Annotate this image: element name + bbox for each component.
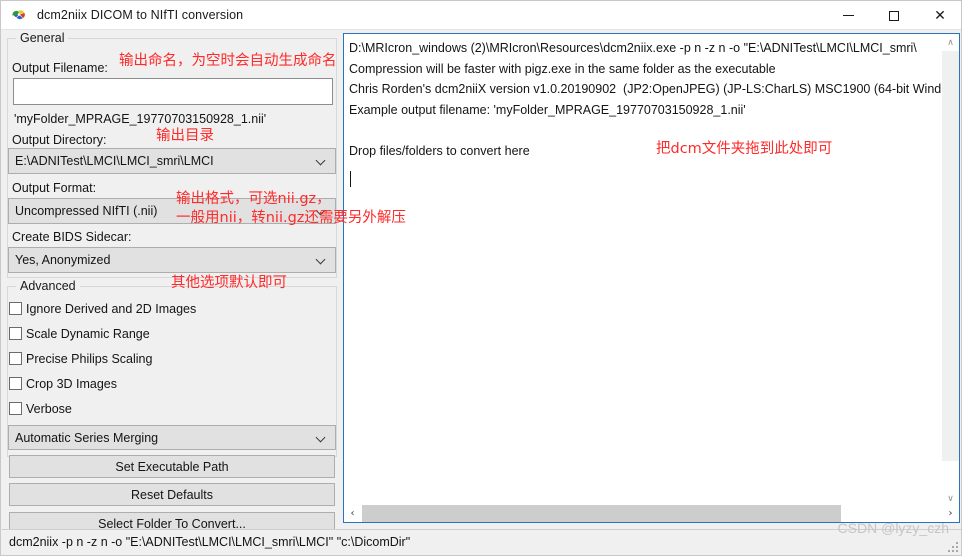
console-vertical-scrollbar[interactable]: ∧ ∨	[941, 34, 959, 507]
output-filename-label: Output Filename:	[12, 61, 108, 75]
series-merging-value: Automatic Series Merging	[15, 430, 159, 445]
output-format-label: Output Format:	[12, 181, 97, 195]
brain-icon	[10, 6, 28, 24]
console-output-panel[interactable]: D:\MRIcron_windows (2)\MRIcron\Resources…	[343, 33, 960, 523]
checkbox-label: Ignore Derived and 2D Images	[26, 301, 197, 316]
output-directory-combo[interactable]: E:\ADNITest\LMCI\LMCI_smri\LMCI	[8, 148, 336, 174]
output-directory-value: E:\ADNITest\LMCI\LMCI_smri\LMCI	[15, 154, 214, 168]
window-controls: ✕	[825, 1, 961, 30]
output-directory-label: Output Directory:	[12, 133, 107, 147]
window-title: dcm2niix DICOM to NIfTI conversion	[37, 8, 244, 22]
annotation-text-4: 一般用nii，转nii.gz还需要另外解压	[176, 210, 406, 226]
text-caret	[350, 171, 351, 187]
select-folder-to-convert-button[interactable]: Select Folder To Convert...	[9, 512, 335, 530]
checkbox-icon[interactable]	[9, 302, 22, 315]
maximize-button[interactable]	[871, 1, 917, 30]
status-bar: dcm2niix -p n -z n -o "E:\ADNITest\LMCI\…	[2, 529, 961, 554]
set-executable-path-label: Set Executable Path	[115, 459, 229, 474]
annotation-text-1: 输出命名，为空时会自动生成命名	[119, 53, 337, 69]
vertical-scrollbar-thumb[interactable]	[942, 51, 959, 461]
checkbox-icon[interactable]	[9, 327, 22, 340]
checkbox-crop-3d-images[interactable]: Crop 3D Images	[9, 375, 117, 392]
maximize-icon	[889, 10, 899, 21]
chevron-down-icon	[317, 255, 326, 264]
bids-sidecar-value: Yes, Anonymized	[15, 253, 111, 267]
checkbox-icon[interactable]	[9, 402, 22, 415]
select-folder-to-convert-label: Select Folder To Convert...	[98, 516, 246, 531]
annotation-text-3: 输出格式，可选nii.gz，	[176, 191, 331, 207]
checkbox-label: Verbose	[26, 401, 72, 416]
checkbox-icon[interactable]	[9, 377, 22, 390]
minimize-button[interactable]	[825, 1, 871, 30]
close-icon: ✕	[934, 7, 946, 24]
advanced-group-caption: Advanced	[16, 279, 80, 293]
checkbox-label: Precise Philips Scaling	[26, 351, 153, 366]
checkbox-precise-philips-scaling[interactable]: Precise Philips Scaling	[9, 350, 152, 367]
checkbox-scale-dynamic-range[interactable]: Scale Dynamic Range	[9, 325, 150, 342]
output-format-value: Uncompressed NIfTI (.nii)	[15, 204, 158, 218]
checkbox-label: Crop 3D Images	[26, 376, 118, 391]
scroll-up-icon[interactable]: ∧	[942, 34, 959, 51]
horizontal-scrollbar-thumb[interactable]	[362, 505, 841, 522]
close-button[interactable]: ✕	[917, 1, 961, 30]
annotation-text-5: 其他选项默认即可	[171, 275, 287, 291]
chevron-down-icon	[317, 433, 326, 442]
annotation-text-2: 输出目录	[156, 128, 214, 144]
title-bar: dcm2niix DICOM to NIfTI conversion ✕	[1, 1, 961, 30]
bids-sidecar-label: Create BIDS Sidecar:	[12, 230, 132, 244]
series-merging-combo[interactable]: Automatic Series Merging	[8, 425, 336, 450]
reset-defaults-label: Reset Defaults	[131, 487, 213, 502]
chevron-down-icon	[317, 156, 326, 165]
console-output-text: D:\MRIcron_windows (2)\MRIcron\Resources…	[349, 41, 941, 158]
reset-defaults-button[interactable]: Reset Defaults	[9, 483, 335, 506]
scroll-left-icon[interactable]: ‹	[344, 505, 361, 522]
output-filename-input[interactable]	[13, 78, 333, 105]
watermark: CSDN @lyzy_czh	[837, 520, 949, 536]
status-command-text: dcm2niix -p n -z n -o "E:\ADNITest\LMCI\…	[9, 535, 411, 549]
checkbox-ignore-derived-and-2d-images[interactable]: Ignore Derived and 2D Images	[9, 300, 196, 317]
minimize-icon	[842, 15, 854, 16]
checkbox-icon[interactable]	[9, 352, 22, 365]
application-window: dcm2niix DICOM to NIfTI conversion ✕ Gen…	[0, 0, 962, 556]
example-filename-text: 'myFolder_MPRAGE_19770703150928_1.nii'	[14, 112, 267, 126]
resize-grip[interactable]	[946, 540, 958, 552]
annotation-text-6: 把dcm文件夹拖到此处即可	[656, 141, 833, 157]
general-group-caption: General	[16, 31, 69, 45]
checkbox-label: Scale Dynamic Range	[26, 326, 150, 341]
set-executable-path-button[interactable]: Set Executable Path	[9, 455, 335, 478]
checkbox-verbose[interactable]: Verbose	[9, 400, 72, 417]
bids-sidecar-combo[interactable]: Yes, Anonymized	[8, 247, 336, 273]
